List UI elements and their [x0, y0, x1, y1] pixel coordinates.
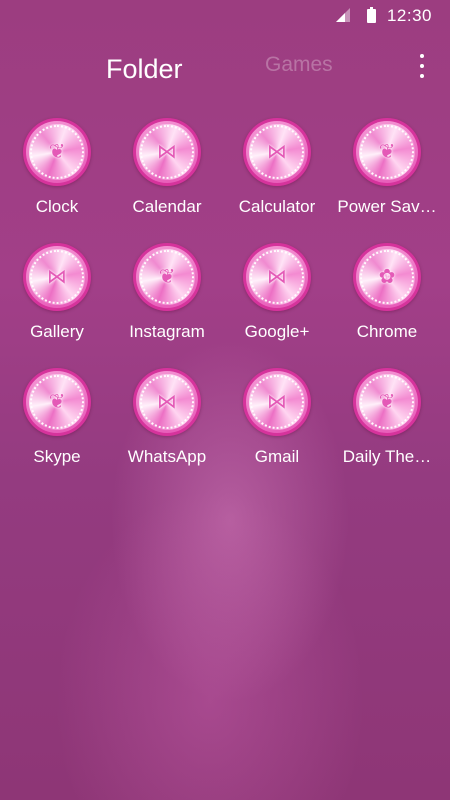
app-label-calendar: Calendar [132, 197, 202, 216]
gallery-app-icon[interactable]: ⋈ [23, 243, 91, 311]
bow-icon: ⋈ [267, 141, 287, 163]
app-label-daily-theme: Daily The… [342, 447, 432, 466]
app-label-clock: Clock [35, 197, 79, 216]
bow-icon: ❦ [48, 141, 66, 163]
skype-app-icon[interactable]: ❦ [23, 368, 91, 436]
status-time: 12:30 [386, 6, 432, 25]
bow-icon: ⋈ [47, 266, 67, 288]
app-calendar[interactable]: ⋈ Calendar [112, 112, 222, 237]
google-plus-app-icon[interactable]: ⋈ [243, 243, 311, 311]
more-vert-icon[interactable] [412, 50, 432, 82]
app-skype[interactable]: ❦ Skype [2, 362, 112, 487]
app-calculator[interactable]: ⋈ Calculator [222, 112, 332, 237]
app-label-skype: Skype [33, 447, 81, 466]
app-gmail[interactable]: ⋈ Gmail [222, 362, 332, 487]
app-label-instagram: Instagram [129, 322, 205, 341]
app-gallery[interactable]: ⋈ Gallery [2, 237, 112, 362]
bow-icon: ⋈ [157, 391, 177, 413]
app-clock[interactable]: ❦ Clock [2, 112, 112, 237]
tab-games[interactable]: Games [265, 53, 333, 77]
daily-theme-app-icon[interactable]: ❦ [353, 368, 421, 436]
bow-icon: ❦ [378, 141, 396, 163]
bow-icon: ⋈ [157, 141, 177, 163]
bow-icon: ⋈ [267, 391, 287, 413]
tab-folder[interactable]: Folder [106, 54, 183, 85]
app-instagram[interactable]: ❦ Instagram [112, 237, 222, 362]
app-whatsapp[interactable]: ⋈ WhatsApp [112, 362, 222, 487]
power-saver-app-icon[interactable]: ❦ [353, 118, 421, 186]
app-label-chrome: Chrome [356, 322, 418, 341]
app-label-calculator: Calculator [238, 197, 316, 216]
signal-icon [336, 8, 350, 22]
app-label-google-plus: Google+ [244, 322, 310, 341]
bow-icon: ⋈ [267, 266, 287, 288]
app-label-gallery: Gallery [30, 322, 84, 341]
whatsapp-app-icon[interactable]: ⋈ [133, 368, 201, 436]
calendar-app-icon[interactable]: ⋈ [133, 118, 201, 186]
app-power-saver[interactable]: ❦ Power Sav… [332, 112, 442, 237]
bow-icon: ❦ [48, 391, 66, 413]
chrome-app-icon[interactable]: ✿ [353, 243, 421, 311]
bow-icon: ❦ [378, 391, 396, 413]
flower-icon: ✿ [378, 266, 396, 288]
app-chrome[interactable]: ✿ Chrome [332, 237, 442, 362]
app-label-gmail: Gmail [254, 447, 300, 466]
clock-app-icon[interactable]: ❦ [23, 118, 91, 186]
bow-icon: ❦ [158, 266, 176, 288]
gmail-app-icon[interactable]: ⋈ [243, 368, 311, 436]
app-google-plus[interactable]: ⋈ Google+ [222, 237, 332, 362]
app-label-power-saver: Power Sav… [337, 197, 437, 216]
battery-icon [367, 7, 376, 23]
instagram-app-icon[interactable]: ❦ [133, 243, 201, 311]
app-label-whatsapp: WhatsApp [127, 447, 207, 466]
app-grid: ❦ Clock ⋈ Calendar ⋈ Calculator ❦ Power … [2, 112, 448, 487]
calculator-app-icon[interactable]: ⋈ [243, 118, 311, 186]
app-daily-theme[interactable]: ❦ Daily The… [332, 362, 442, 487]
status-bar: 12:30 [0, 0, 450, 32]
